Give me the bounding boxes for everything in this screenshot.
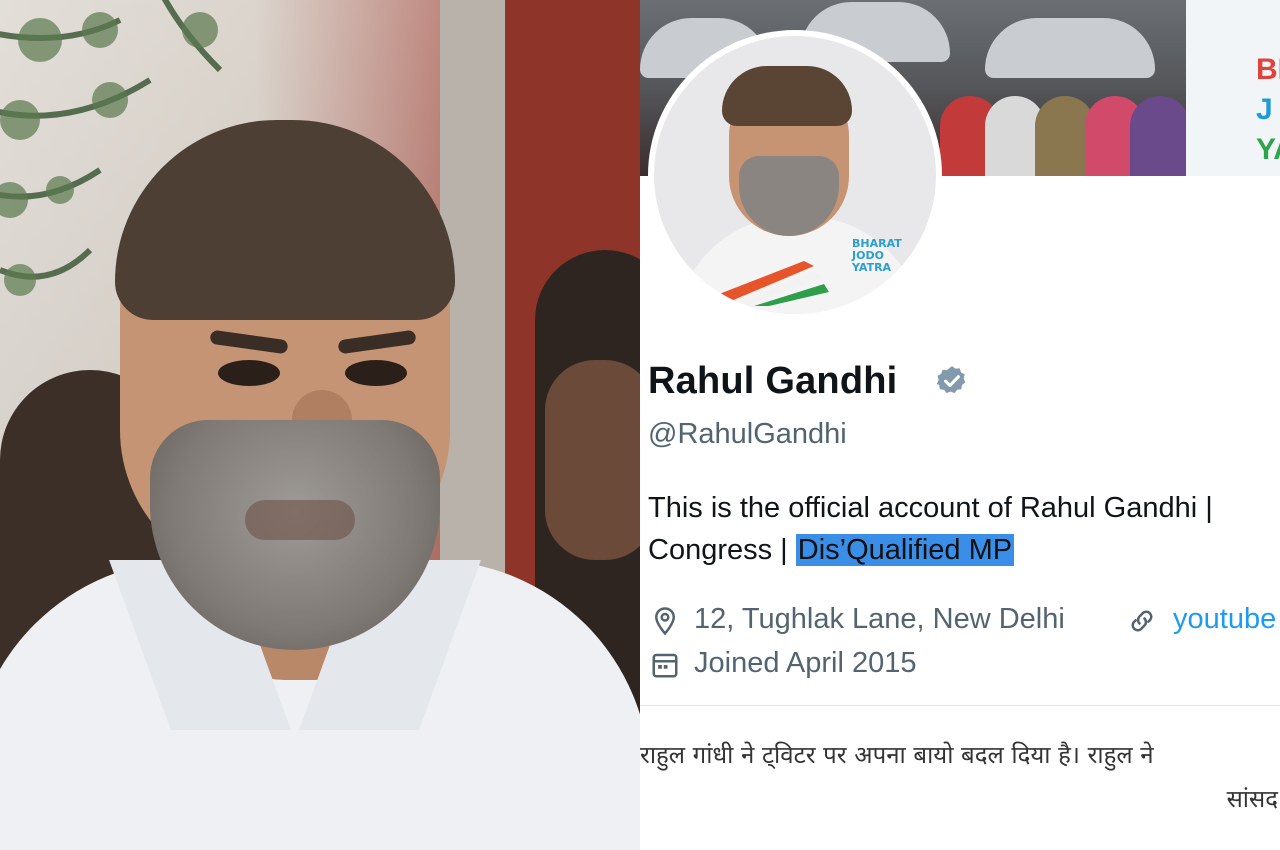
avatar[interactable]: BHARAT JODO YATRA xyxy=(654,36,936,314)
profile-name: Rahul Gandhi xyxy=(648,360,898,402)
banner-yatra-panel: BH J YA xyxy=(1186,0,1280,176)
profile-location: 12, Tughlak Lane, New Delhi xyxy=(694,603,1065,635)
background-face-right xyxy=(545,360,640,560)
eye-left xyxy=(218,360,280,386)
link-icon xyxy=(1131,610,1153,632)
news-photo xyxy=(0,0,640,850)
avatar-hair xyxy=(722,66,852,126)
verified-icon xyxy=(936,366,966,394)
bio-line-2: Congress | Dis’Qualified MP xyxy=(648,534,1015,567)
profile-handle: @RahulGandhi xyxy=(648,418,847,450)
news-caption-line-1: राहुल गांधी ने ट्विटर पर अपना बायो बदल द… xyxy=(640,741,1154,769)
twitter-profile-screenshot: BH J YA BHARAT JODO YATRA Rahul Gandhi @… xyxy=(640,0,1280,850)
bio-prefix: Congress | xyxy=(648,534,796,566)
crowd-person xyxy=(1130,96,1186,176)
divider xyxy=(640,705,1280,706)
umbrella xyxy=(985,18,1155,78)
eye-right xyxy=(345,360,407,386)
location-icon xyxy=(654,607,676,636)
profile-website-link[interactable]: youtube xyxy=(1173,603,1276,636)
profile-joined-date: Joined April 2015 xyxy=(694,647,917,679)
bio-line-1: This is the official account of Rahul Ga… xyxy=(648,492,1213,524)
banner-yatra-text: BH J YA xyxy=(1256,53,1280,166)
mouth xyxy=(245,500,355,540)
bharat-jodo-yatra-logo: BHARAT JODO YATRA xyxy=(852,237,902,274)
bio-highlighted-text[interactable]: Dis’Qualified MP xyxy=(795,534,1015,566)
calendar-icon xyxy=(652,653,678,678)
news-caption-line-2: सांसद xyxy=(1226,785,1278,813)
tricolor-stripes-icon xyxy=(714,261,829,306)
